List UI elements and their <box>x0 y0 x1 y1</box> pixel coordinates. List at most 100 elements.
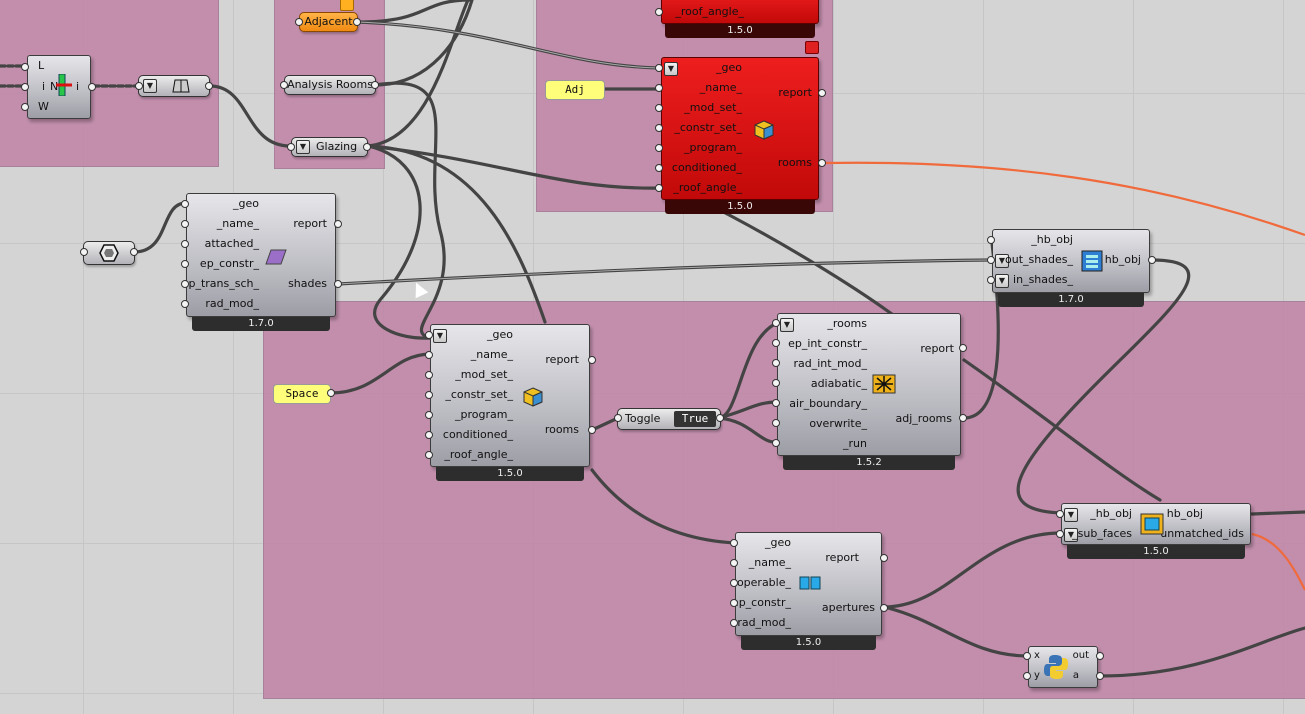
output-grip[interactable] <box>880 604 888 612</box>
input-grip[interactable] <box>987 236 995 244</box>
input-grip[interactable] <box>1023 652 1031 660</box>
output-grip[interactable] <box>88 83 96 91</box>
input-grip[interactable] <box>1023 672 1031 680</box>
adiabatic-input-air-boundary: air_boundary_ <box>789 397 867 410</box>
output-grip[interactable] <box>1096 672 1104 680</box>
shade-input-name: _name_ <box>216 217 259 230</box>
output-grip[interactable] <box>334 220 342 228</box>
output-grip[interactable] <box>130 248 138 256</box>
input-grip[interactable] <box>655 184 663 192</box>
input-grip[interactable] <box>21 63 29 71</box>
input-grip[interactable] <box>730 539 738 547</box>
input-grip[interactable] <box>655 8 663 16</box>
input-grip[interactable] <box>425 391 433 399</box>
adiabatic-component[interactable]: ▼ _rooms ep_int_constr_ rad_int_mod_ adi… <box>777 313 961 456</box>
input-grip[interactable] <box>287 143 295 151</box>
output-grip[interactable] <box>327 389 335 397</box>
aperture-component[interactable]: _geo _name_ operable_ ep_constr_ rad_mod… <box>732 532 882 636</box>
expand-arrow-icon[interactable]: ▼ <box>296 140 310 154</box>
input-grip[interactable] <box>655 124 663 132</box>
input-grip[interactable] <box>772 339 780 347</box>
python-component[interactable]: x y out a <box>1028 646 1098 688</box>
input-grip[interactable] <box>987 276 995 284</box>
input-grip[interactable] <box>181 280 189 288</box>
input-grip[interactable] <box>655 164 663 172</box>
output-grip[interactable] <box>1096 652 1104 660</box>
input-grip[interactable] <box>614 414 622 422</box>
space-panel[interactable]: Space <box>273 384 331 404</box>
add-shade-component[interactable]: ▼ ▼ _hb_obj out_shades_ in_shades_ hb_ob… <box>992 229 1150 293</box>
input-grip[interactable] <box>181 260 189 268</box>
vector-component[interactable]: L i W N i <box>27 55 91 119</box>
input-grip[interactable] <box>730 599 738 607</box>
output-grip[interactable] <box>818 159 826 167</box>
input-grip[interactable] <box>181 200 189 208</box>
adiabatic-input-run: _run <box>843 437 867 450</box>
input-grip[interactable] <box>135 82 143 90</box>
input-grip[interactable] <box>181 220 189 228</box>
input-grip[interactable] <box>655 104 663 112</box>
output-grip[interactable] <box>1148 256 1156 264</box>
input-grip[interactable] <box>425 411 433 419</box>
input-grip[interactable] <box>1056 530 1064 538</box>
input-grip[interactable] <box>425 451 433 459</box>
input-grip[interactable] <box>772 319 780 327</box>
input-grip[interactable] <box>730 559 738 567</box>
input-grip[interactable] <box>987 256 995 264</box>
output-grip[interactable] <box>353 18 361 26</box>
output-grip[interactable] <box>363 143 371 151</box>
analysis-rooms-param[interactable]: Analysis Rooms <box>284 75 376 95</box>
output-grip[interactable] <box>205 82 213 90</box>
adjacent-param[interactable]: Adjacent <box>299 12 358 32</box>
red-room-component[interactable]: ▼ _geo _name_ _mod_set_ _constr_set_ _pr… <box>661 57 819 200</box>
input-grip[interactable] <box>655 84 663 92</box>
boolean-toggle[interactable]: Toggle True <box>617 408 721 430</box>
hexagon-param[interactable] <box>83 241 135 265</box>
output-grip[interactable] <box>588 356 596 364</box>
input-grip[interactable] <box>295 18 303 26</box>
input-grip[interactable] <box>730 579 738 587</box>
red-room-top-component[interactable]: _roof_angle_ <box>661 0 819 24</box>
input-grip[interactable] <box>21 103 29 111</box>
output-grip[interactable] <box>716 414 724 422</box>
input-grip[interactable] <box>772 379 780 387</box>
python-output-out: out <box>1072 650 1089 661</box>
expand-arrow-icon[interactable]: ▼ <box>1064 508 1078 522</box>
output-grip[interactable] <box>588 426 596 434</box>
input-grip[interactable] <box>730 619 738 627</box>
output-grip[interactable] <box>334 280 342 288</box>
input-grip[interactable] <box>181 300 189 308</box>
toggle-value[interactable]: True <box>674 411 716 427</box>
input-grip[interactable] <box>655 144 663 152</box>
input-grip[interactable] <box>772 439 780 447</box>
input-grip[interactable] <box>772 359 780 367</box>
room-component[interactable]: ▼ _geo _name_ _mod_set_ _constr_set_ _pr… <box>430 324 590 467</box>
add-subface-component[interactable]: ▼ ▼ _hb_obj _sub_faces hb_obj unmatched_… <box>1061 503 1251 545</box>
input-grip[interactable] <box>21 83 29 91</box>
expand-arrow-icon[interactable]: ▼ <box>664 62 678 76</box>
expand-arrow-icon[interactable]: ▼ <box>433 329 447 343</box>
input-grip[interactable] <box>181 240 189 248</box>
input-grip[interactable] <box>425 371 433 379</box>
input-grip[interactable] <box>280 81 288 89</box>
output-grip[interactable] <box>818 89 826 97</box>
expand-arrow-icon[interactable]: ▼ <box>780 318 794 332</box>
input-grip[interactable] <box>80 248 88 256</box>
brep-param[interactable]: ▼ <box>138 75 210 97</box>
output-grip[interactable] <box>959 414 967 422</box>
shade-component[interactable]: _geo _name_ attached_ ep_constr_ ep_tran… <box>182 193 336 317</box>
input-grip[interactable] <box>772 419 780 427</box>
input-grip[interactable] <box>425 431 433 439</box>
expand-arrow-icon[interactable]: ▼ <box>143 79 157 93</box>
input-grip[interactable] <box>655 64 663 72</box>
expand-arrow-icon[interactable]: ▼ <box>995 274 1009 288</box>
adj-panel[interactable]: Adj <box>545 80 605 100</box>
glazing-param[interactable]: ▼ Glazing <box>291 137 368 157</box>
input-grip[interactable] <box>1056 510 1064 518</box>
output-grip[interactable] <box>880 554 888 562</box>
output-grip[interactable] <box>959 344 967 352</box>
input-grip[interactable] <box>425 331 433 339</box>
input-grip[interactable] <box>772 399 780 407</box>
input-grip[interactable] <box>425 351 433 359</box>
output-grip[interactable] <box>371 81 379 89</box>
